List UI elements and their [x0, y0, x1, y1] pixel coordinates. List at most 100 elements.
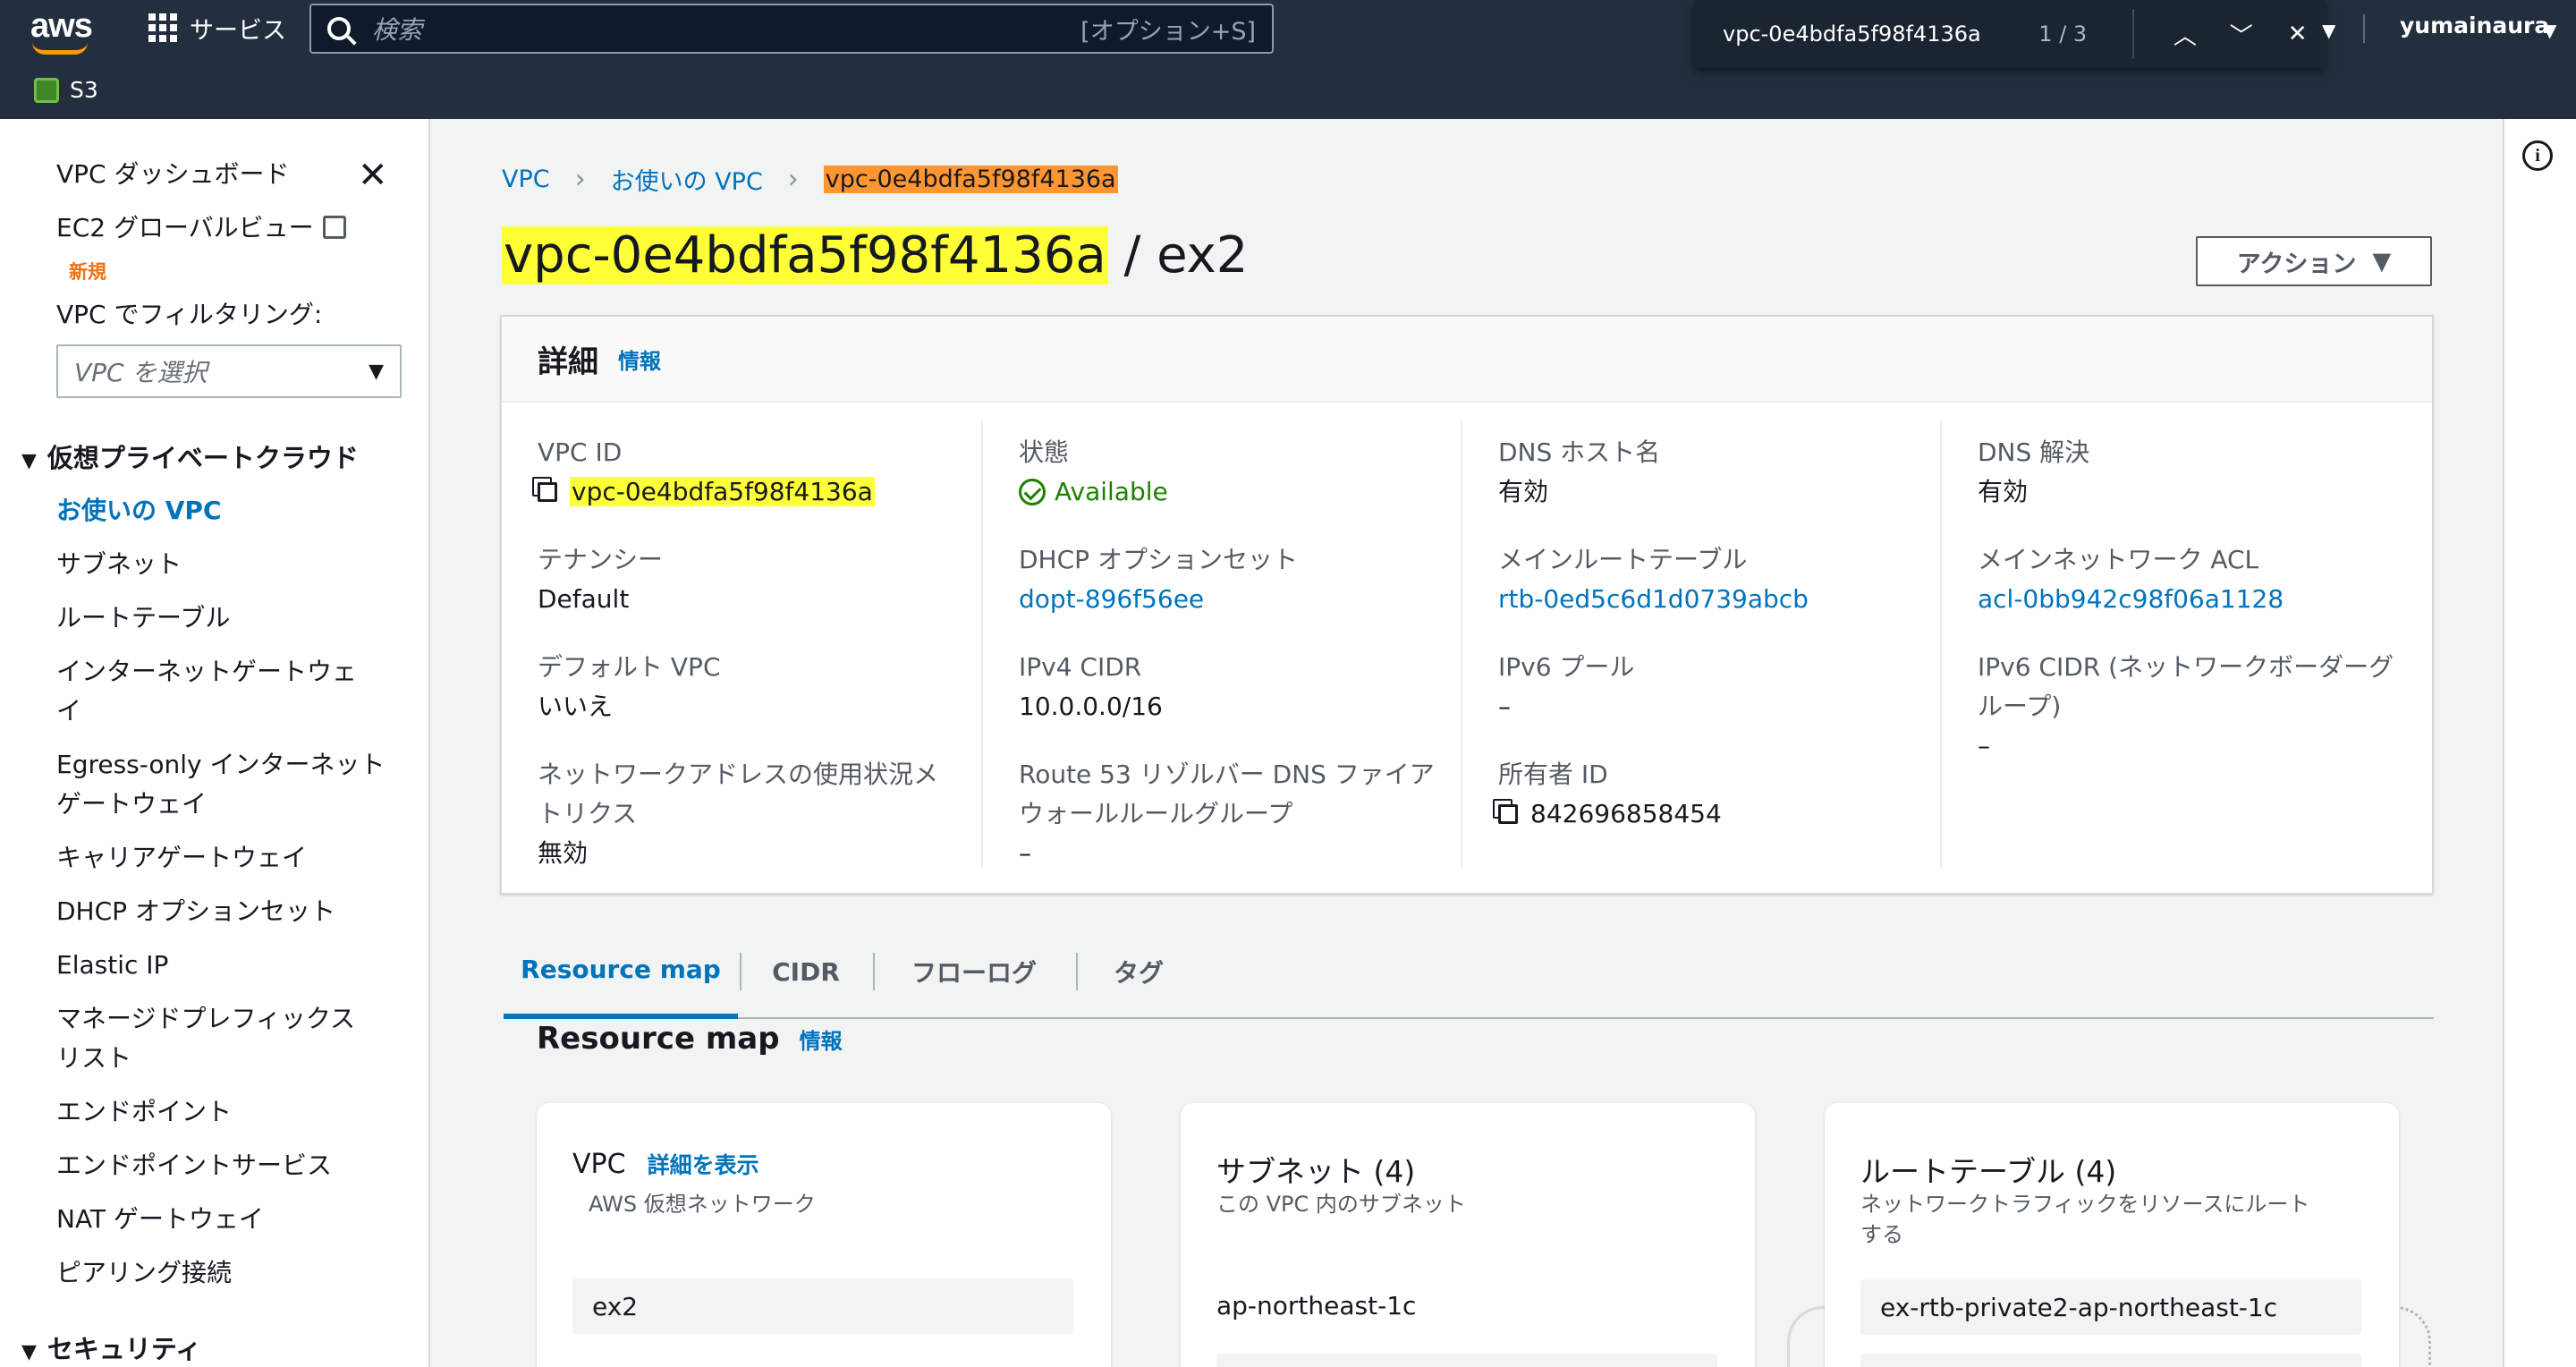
main-acl-link[interactable]: acl-0bb942c98f06a1128	[1978, 580, 2398, 619]
find-divider	[2131, 9, 2134, 59]
s3-icon	[34, 77, 59, 103]
field-default-vpc: デフォルト VPC いいえ	[538, 648, 958, 726]
field-dns-host: DNS ホスト名 有効	[1498, 433, 1919, 512]
field-ipv6-cidr: IPv6 CIDR (ネットワークボーダーグループ) –	[1978, 648, 2407, 766]
vpc-item[interactable]: ex2	[572, 1278, 1073, 1334]
services-menu[interactable]: サービス	[148, 7, 286, 48]
sidebar-item-carrier-gw[interactable]: キャリアゲートウェイ	[56, 838, 307, 878]
field-ipv4: IPv4 CIDR 10.0.0.0/16	[1019, 648, 1439, 726]
sidebar-item-subnets[interactable]: サブネット	[56, 545, 182, 584]
field-label: メインネットワーク ACL	[1978, 545, 2259, 574]
field-vpc-id: VPC ID vpc-0e4bdfa5f98f4136a	[538, 433, 958, 512]
subnet-az-group: ap-northeast-1c	[1216, 1291, 1417, 1320]
copy-icon[interactable]	[538, 482, 557, 502]
subnet-card-subtitle: この VPC 内のサブネット	[1216, 1192, 1466, 1217]
field-label: DNS ホスト名	[1498, 437, 1661, 467]
chevron-right-icon: ›	[787, 164, 799, 195]
actions-button[interactable]: アクション ▼	[2196, 236, 2432, 286]
resource-map-title: Resource map 情報	[537, 1021, 843, 1057]
find-prev-icon[interactable]: ︿	[2157, 18, 2214, 51]
field-label: デフォルト VPC	[538, 652, 721, 682]
tab-tags[interactable]: タグ	[1076, 924, 1201, 1019]
copy-icon[interactable]	[1498, 804, 1518, 824]
field-ipv6-pool: IPv6 プール –	[1498, 648, 1919, 726]
breadcrumb-your-vpcs[interactable]: お使いの VPC	[611, 162, 763, 197]
close-icon[interactable]: ✕	[358, 155, 388, 196]
vpc-card-header: VPC 詳細を表示	[572, 1148, 759, 1180]
state-value: Available	[1055, 477, 1168, 506]
chevron-right-icon: ›	[574, 164, 586, 195]
route-table-item[interactable]	[1860, 1354, 2361, 1367]
breadcrumb-vpc[interactable]: VPC	[502, 166, 550, 193]
tab-resource-map[interactable]: Resource map	[504, 924, 738, 1019]
sidebar-item-your-vpcs[interactable]: お使いの VPC	[56, 491, 222, 531]
tab-flow-logs[interactable]: フローログ	[873, 924, 1075, 1019]
main-rt-link[interactable]: rtb-0ed5c6d1d0739abcb	[1498, 580, 1919, 619]
favorite-s3[interactable]: S3	[34, 77, 98, 103]
details-column-3: DNS ホスト名 有効 メインルートテーブル rtb-0ed5c6d1d0739…	[1461, 420, 1940, 868]
details-column-1: VPC ID vpc-0e4bdfa5f98f4136a テナンシー Defau…	[502, 420, 981, 868]
breadcrumb-current: vpc-0e4bdfa5f98f4136a	[823, 166, 1118, 193]
search-input[interactable]: 検索 [オプション+S]	[309, 4, 1274, 54]
caret-down-icon: ▼	[21, 450, 37, 472]
actions-label: アクション	[2236, 250, 2357, 278]
info-icon[interactable]: i	[2522, 140, 2553, 171]
field-value: いいえ	[538, 692, 614, 721]
caret-down-icon: ▼	[369, 360, 384, 383]
sidebar-item-route-tables[interactable]: ルートテーブル	[56, 599, 230, 638]
sidebar-item-dhcp[interactable]: DHCP オプションセット	[56, 892, 335, 931]
vpc-filter-select[interactable]: VPC を選択 ▼	[56, 344, 402, 398]
details-column-2: 状態 Available DHCP オプションセット dopt-896f56ee…	[981, 420, 1461, 868]
sidebar-item-elastic-ip[interactable]: Elastic IP	[56, 946, 168, 985]
subnet-card-title: サブネット (4)	[1216, 1154, 1416, 1189]
field-value: vpc-0e4bdfa5f98f4136a	[538, 472, 958, 512]
nav-divider	[2363, 14, 2365, 43]
find-close-icon[interactable]: ✕	[2269, 21, 2326, 47]
field-value: Default	[538, 584, 630, 614]
sidebar-item-egress-igw[interactable]: Egress-only インターネットゲートウェイ	[56, 745, 387, 824]
aws-logo[interactable]: aws	[30, 7, 93, 46]
info-link[interactable]: 情報	[800, 1023, 843, 1055]
grid-icon	[148, 13, 177, 42]
sidebar-item-nat[interactable]: NAT ゲートウェイ	[56, 1200, 264, 1239]
section-security[interactable]: ▼ セキュリティ	[21, 1329, 201, 1366]
field-label: IPv6 プール	[1498, 652, 1635, 682]
user-menu[interactable]: yumainaura	[2400, 13, 2549, 38]
sidebar-item-igw[interactable]: インターネットゲートウェイ	[56, 652, 378, 731]
main-content: VPC › お使いの VPC › vpc-0e4bdfa5f98f4136a v…	[432, 119, 2503, 1367]
user-caret-icon[interactable]: ▼	[2543, 20, 2556, 41]
field-label: 状態	[1019, 437, 1070, 467]
field-value: –	[1498, 692, 1511, 721]
tab-cidr[interactable]: CIDR	[740, 924, 872, 1019]
section-vpc[interactable]: ▼ 仮想プライベートクラウド	[21, 437, 359, 475]
help-panel-bar: i	[2503, 119, 2576, 1367]
title-vpc-id: vpc-0e4bdfa5f98f4136a	[502, 226, 1108, 284]
field-label: DNS 解決	[1978, 437, 2090, 467]
view-details-link[interactable]: 詳細を表示	[648, 1152, 759, 1178]
sidebar-item-dashboard[interactable]: VPC ダッシュボード	[56, 155, 290, 194]
search-shortcut: [オプション+S]	[1080, 17, 1256, 46]
region-caret-icon[interactable]: ▼	[2322, 20, 2335, 41]
field-label: Route 53 リゾルバー DNS ファイアウォールルールグループ	[1019, 760, 1435, 828]
sidebar-item-endpoints[interactable]: エンドポイント	[56, 1092, 232, 1132]
find-input[interactable]: vpc-0e4bdfa5f98f4136a	[1723, 21, 2038, 47]
field-value: 有効	[1978, 477, 2029, 506]
sidebar-item-endpoint-services[interactable]: エンドポイントサービス	[56, 1146, 332, 1185]
filter-label: VPC でフィルタリング:	[56, 300, 323, 329]
dhcp-link[interactable]: dopt-896f56ee	[1019, 580, 1439, 619]
sidebar-item-label: EC2 グローバルビュー	[56, 213, 314, 242]
details-card: 詳細 情報 VPC ID vpc-0e4bdfa5f98f4136a テナンシー…	[500, 315, 2434, 895]
subnet-item[interactable]	[1216, 1354, 1717, 1367]
resource-map-route-table-card: ルートテーブル (4) ネットワークトラフィックをリソースにルートする ex-r…	[1825, 1103, 2399, 1367]
caret-down-icon: ▼	[2372, 247, 2392, 276]
sidebar-item-prefix-lists[interactable]: マネージドプレフィックスリスト	[56, 999, 378, 1078]
filter-placeholder: VPC を選択	[74, 358, 208, 387]
route-table-item[interactable]: ex-rtb-private2-ap-northeast-1c	[1860, 1279, 2361, 1335]
sidebar-item-peering[interactable]: ピアリング接続	[56, 1253, 232, 1293]
field-value: –	[1019, 838, 1031, 868]
search-placeholder: 検索	[372, 15, 423, 45]
check-circle-icon	[1019, 479, 1046, 505]
info-link[interactable]: 情報	[618, 344, 661, 375]
sidebar-item-ec2-global[interactable]: EC2 グローバルビュー	[56, 208, 346, 248]
find-next-icon[interactable]: ﹀	[2213, 18, 2269, 51]
